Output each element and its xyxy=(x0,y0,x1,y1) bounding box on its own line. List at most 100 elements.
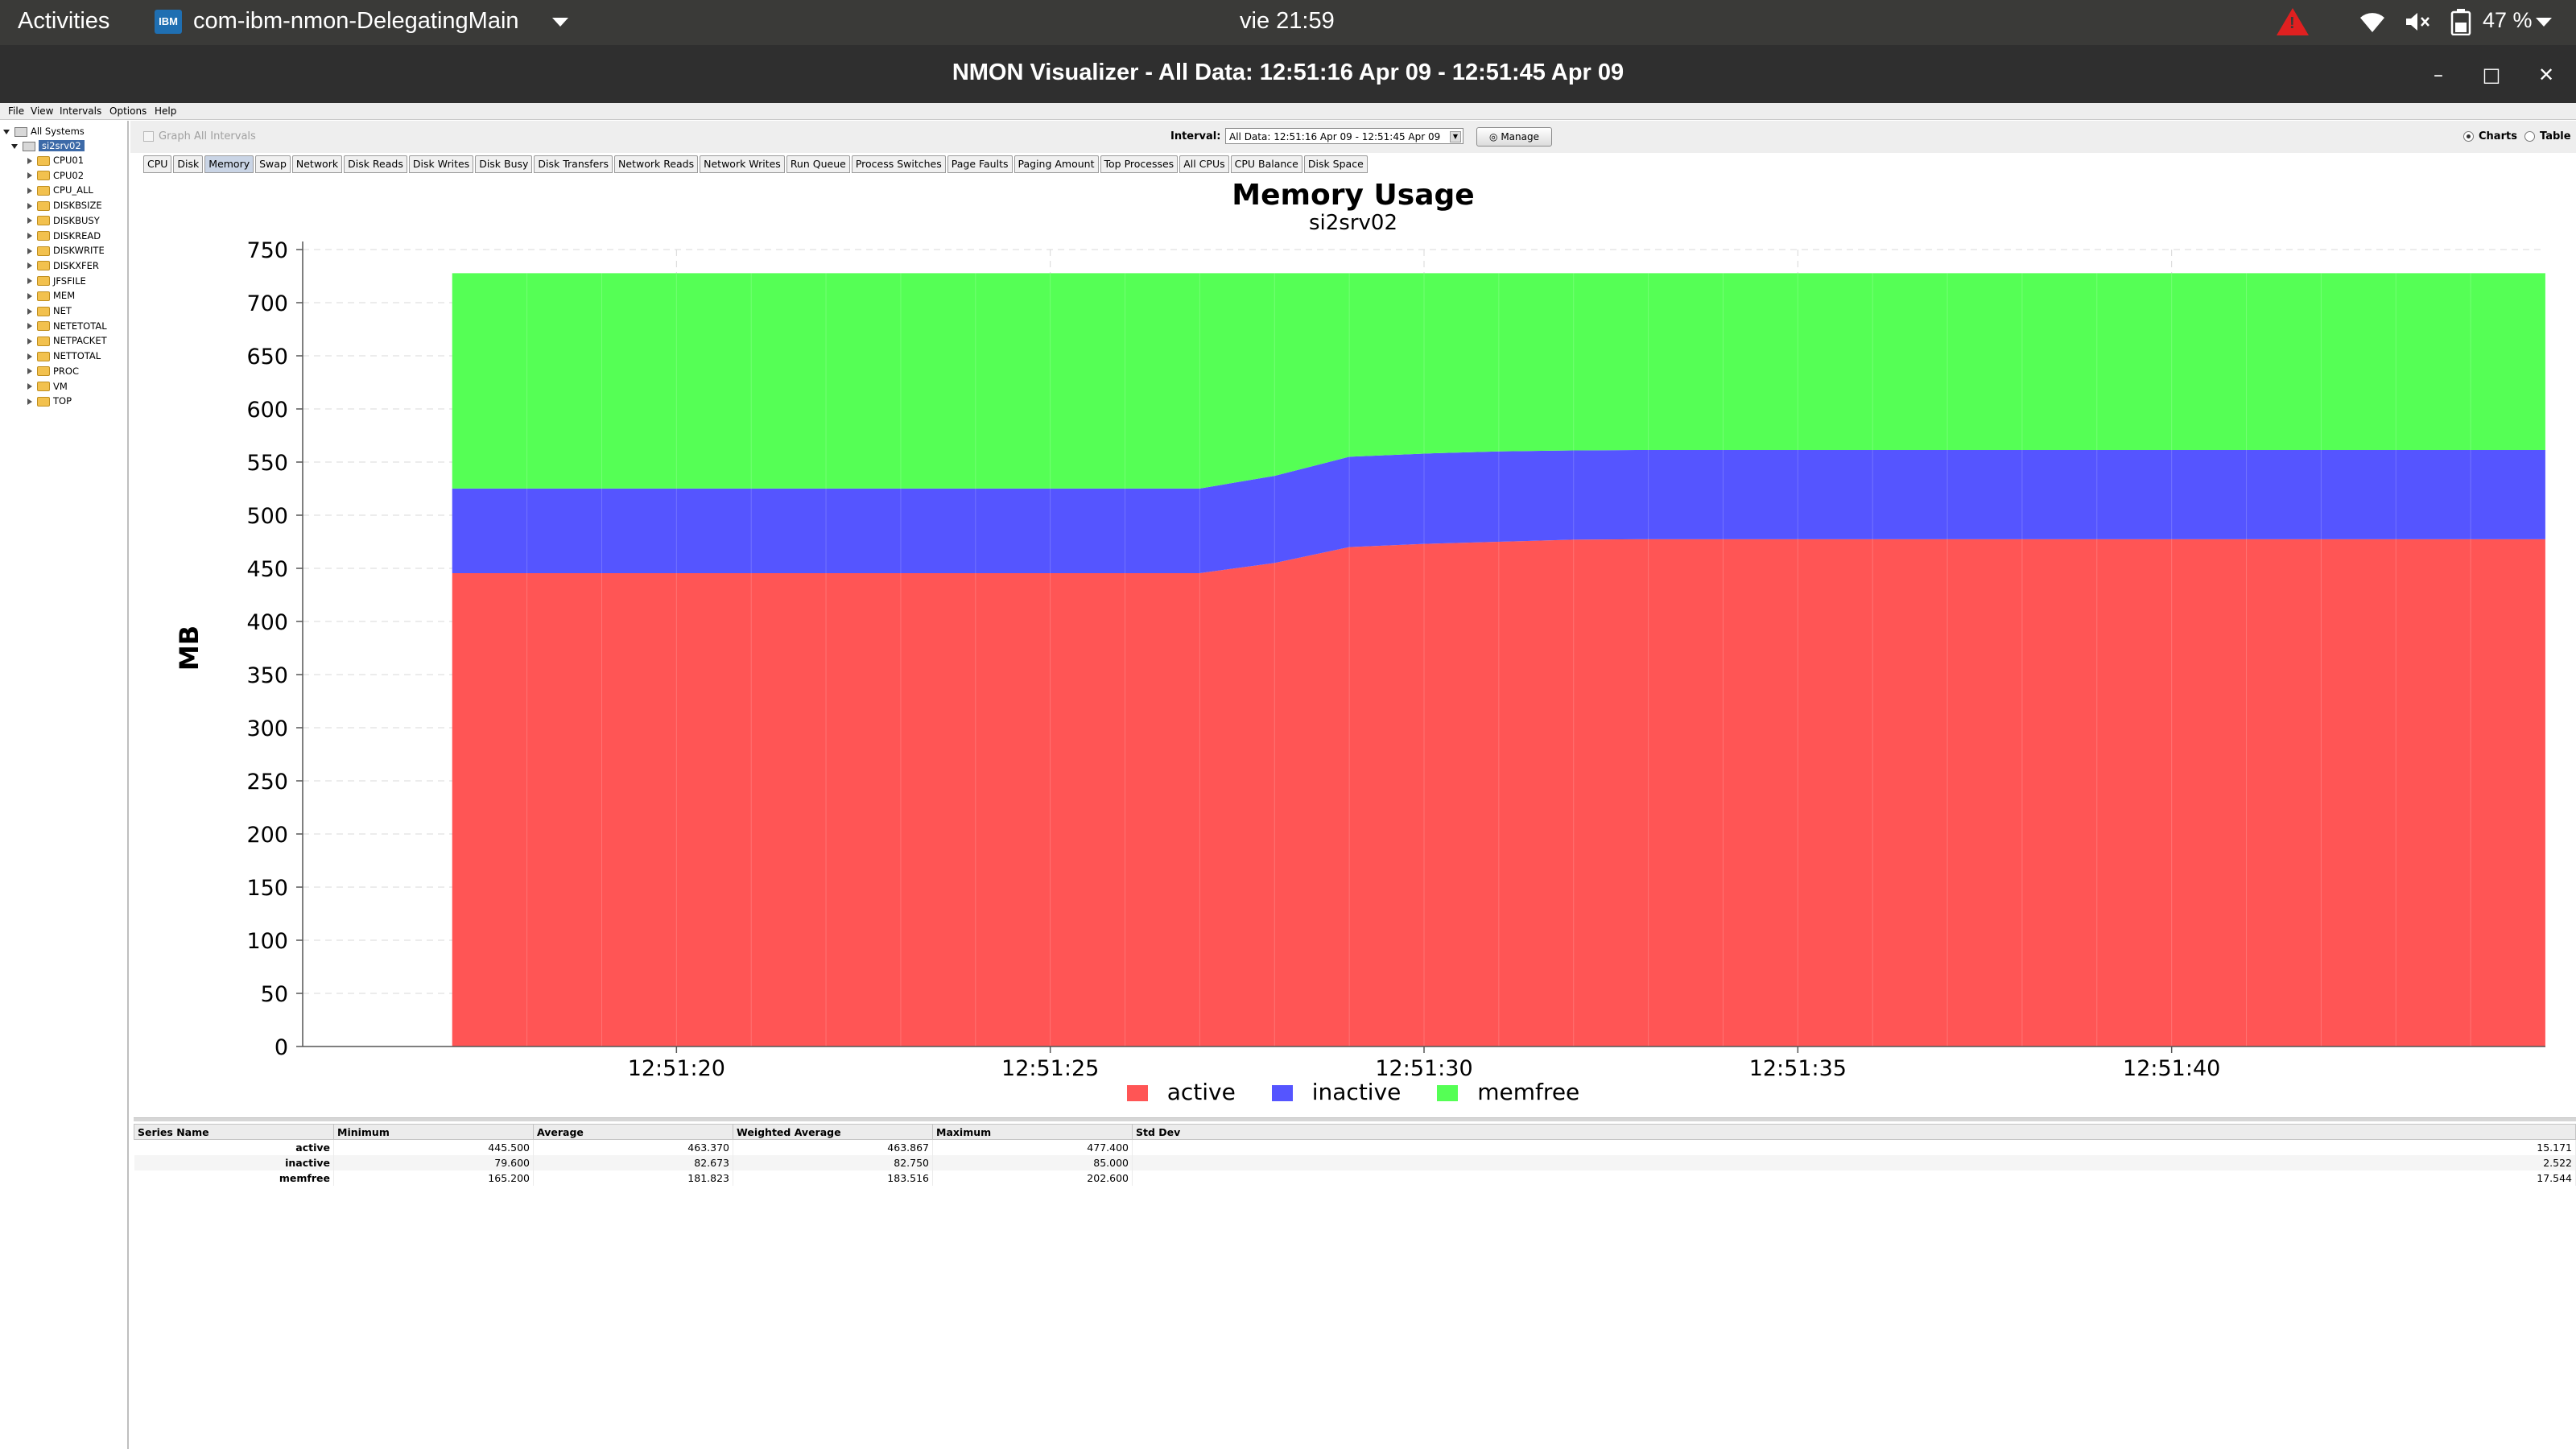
tab-run-queue[interactable]: Run Queue xyxy=(786,155,850,173)
collapsed-icon[interactable] xyxy=(27,157,32,164)
tree-item-mem[interactable]: MEM xyxy=(27,288,75,303)
tab-network-reads[interactable]: Network Reads xyxy=(614,155,699,173)
collapsed-icon[interactable] xyxy=(27,278,32,285)
tree-system-label: si2srv02 xyxy=(39,140,85,151)
stats-header-std-dev[interactable]: Std Dev xyxy=(1132,1124,2576,1140)
tree-item-net[interactable]: NET xyxy=(27,303,72,318)
interval-select[interactable]: All Data: 12:51:16 Apr 09 - 12:51:45 Apr… xyxy=(1225,128,1463,144)
tree-item-diskread[interactable]: DISKREAD xyxy=(27,229,101,243)
y-tick-label: 50 xyxy=(261,982,288,1007)
collapsed-icon[interactable] xyxy=(27,247,32,254)
menu-help[interactable]: Help xyxy=(155,105,176,117)
collapsed-icon[interactable] xyxy=(27,383,32,390)
battery-icon[interactable] xyxy=(2450,8,2471,35)
table-row[interactable]: inactive 79.600 82.673 82.750 85.000 2.522 xyxy=(134,1155,2576,1170)
stats-header-weighted-average[interactable]: Weighted Average xyxy=(733,1124,933,1140)
table-row[interactable]: memfree 165.200 181.823 183.516 202.600 17.54… xyxy=(134,1170,2576,1186)
system-tree[interactable]: All Systems si2srv02 CPU01 CPU02 CPU_ALL DI… xyxy=(0,121,129,1449)
tree-item-diskxfer[interactable]: DISKXFER xyxy=(27,258,99,273)
chevron-down-icon[interactable] xyxy=(2536,18,2552,27)
warning-icon[interactable]: ! xyxy=(2277,8,2309,35)
collapsed-icon[interactable] xyxy=(27,217,32,225)
expanded-icon[interactable] xyxy=(3,129,10,134)
tab-disk-reads[interactable]: Disk Reads xyxy=(344,155,407,173)
collapsed-icon[interactable] xyxy=(27,292,32,299)
collapsed-icon[interactable] xyxy=(27,337,32,345)
tree-item-jfsfile[interactable]: JFSFILE xyxy=(27,274,86,288)
table-row[interactable]: active 445.500 463.370 463.867 477.400 15.171 xyxy=(134,1139,2576,1155)
collapsed-icon[interactable] xyxy=(27,368,32,375)
tree-root[interactable]: All Systems xyxy=(3,124,85,138)
tab-memory[interactable]: Memory xyxy=(204,155,254,173)
tree-item-netetotal[interactable]: NETETOTAL xyxy=(27,319,107,333)
tab-process-switches[interactable]: Process Switches xyxy=(851,155,946,173)
menu-file[interactable]: File xyxy=(8,105,24,117)
tab-disk-busy[interactable]: Disk Busy xyxy=(475,155,533,173)
collapsed-icon[interactable] xyxy=(27,308,32,315)
table-radio[interactable]: Table xyxy=(2524,130,2571,142)
wifi-icon[interactable] xyxy=(2359,10,2386,34)
radio-selected-icon[interactable] xyxy=(2463,131,2474,142)
tree-item-nettotal[interactable]: NETTOTAL xyxy=(27,349,101,363)
collapsed-icon[interactable] xyxy=(27,323,32,330)
tree-item-proc[interactable]: PROC xyxy=(27,364,79,378)
maximize-button[interactable]: □ xyxy=(2478,61,2505,89)
tree-item-vm[interactable]: VM xyxy=(27,379,68,394)
volume-muted-icon[interactable] xyxy=(2404,10,2431,34)
tab-disk-space[interactable]: Disk Space xyxy=(1303,155,1368,173)
manage-button[interactable]: ◎ Manage xyxy=(1476,127,1552,147)
stats-header-maximum[interactable]: Maximum xyxy=(932,1124,1133,1140)
minimize-button[interactable]: – xyxy=(2425,61,2452,89)
charts-radio[interactable]: Charts xyxy=(2463,130,2517,142)
tree-item-cpu_all[interactable]: CPU_ALL xyxy=(27,183,93,197)
tree-item-netpacket[interactable]: NETPACKET xyxy=(27,333,107,348)
tab-disk-transfers[interactable]: Disk Transfers xyxy=(534,155,613,173)
stats-header-series-name[interactable]: Series Name xyxy=(134,1124,334,1140)
tab-disk[interactable]: Disk xyxy=(173,155,204,173)
tab-page-faults[interactable]: Page Faults xyxy=(947,155,1013,173)
tree-item-cpu01[interactable]: CPU01 xyxy=(27,153,84,167)
tab-swap[interactable]: Swap xyxy=(255,155,291,173)
collapsed-icon[interactable] xyxy=(27,172,32,180)
chevron-down-icon[interactable] xyxy=(552,18,568,27)
stats-header-minimum[interactable]: Minimum xyxy=(333,1124,534,1140)
chevron-down-icon[interactable]: ▼ xyxy=(1450,131,1461,142)
folder-icon xyxy=(37,276,50,287)
x-tick-label: 12:51:40 xyxy=(2123,1056,2220,1081)
stat-cell: 165.200 xyxy=(333,1170,534,1186)
tab-paging-amount[interactable]: Paging Amount xyxy=(1013,155,1099,173)
tab-disk-writes[interactable]: Disk Writes xyxy=(408,155,474,173)
tree-item-diskbusy[interactable]: DISKBUSY xyxy=(27,213,100,228)
collapsed-icon[interactable] xyxy=(27,353,32,360)
clock[interactable]: vie 21:59 xyxy=(1240,8,1335,35)
collapsed-icon[interactable] xyxy=(27,202,32,209)
menu-view[interactable]: View xyxy=(31,105,53,117)
tree-item-top[interactable]: TOP xyxy=(27,394,72,408)
collapsed-icon[interactable] xyxy=(27,187,32,194)
tab-cpu-balance[interactable]: CPU Balance xyxy=(1230,155,1302,173)
expanded-icon[interactable] xyxy=(11,143,18,149)
tab-cpu[interactable]: CPU xyxy=(143,155,172,173)
tree-item-cpu02[interactable]: CPU02 xyxy=(27,168,84,183)
tree-item-diskwrite[interactable]: DISKWRITE xyxy=(27,243,105,258)
tree-item-diskbsize[interactable]: DISKBSIZE xyxy=(27,198,102,213)
collapsed-icon[interactable] xyxy=(27,398,32,405)
activities-button[interactable]: Activities xyxy=(18,8,109,35)
collapsed-icon[interactable] xyxy=(27,262,32,270)
collapsed-icon[interactable] xyxy=(27,233,32,239)
panel-divider[interactable] xyxy=(134,1117,2576,1121)
tree-system[interactable]: si2srv02 xyxy=(11,138,85,153)
menu-options[interactable]: Options xyxy=(109,105,147,117)
system-icon xyxy=(23,141,35,151)
battery-percent[interactable]: 47 % xyxy=(2483,8,2533,33)
tab-all-cpus[interactable]: All CPUs xyxy=(1179,155,1229,173)
tab-network-writes[interactable]: Network Writes xyxy=(700,155,785,173)
tab-network[interactable]: Network xyxy=(291,155,343,173)
menu-intervals[interactable]: Intervals xyxy=(60,105,101,117)
tab-top-processes[interactable]: Top Processes xyxy=(1100,155,1179,173)
y-tick-label: 400 xyxy=(246,610,288,635)
close-button[interactable]: ✕ xyxy=(2533,61,2560,89)
radio-unselected-icon[interactable] xyxy=(2524,131,2535,142)
stats-header-average[interactable]: Average xyxy=(533,1124,733,1140)
app-menu-button[interactable]: com-ibm-nmon-DelegatingMain xyxy=(193,8,519,35)
